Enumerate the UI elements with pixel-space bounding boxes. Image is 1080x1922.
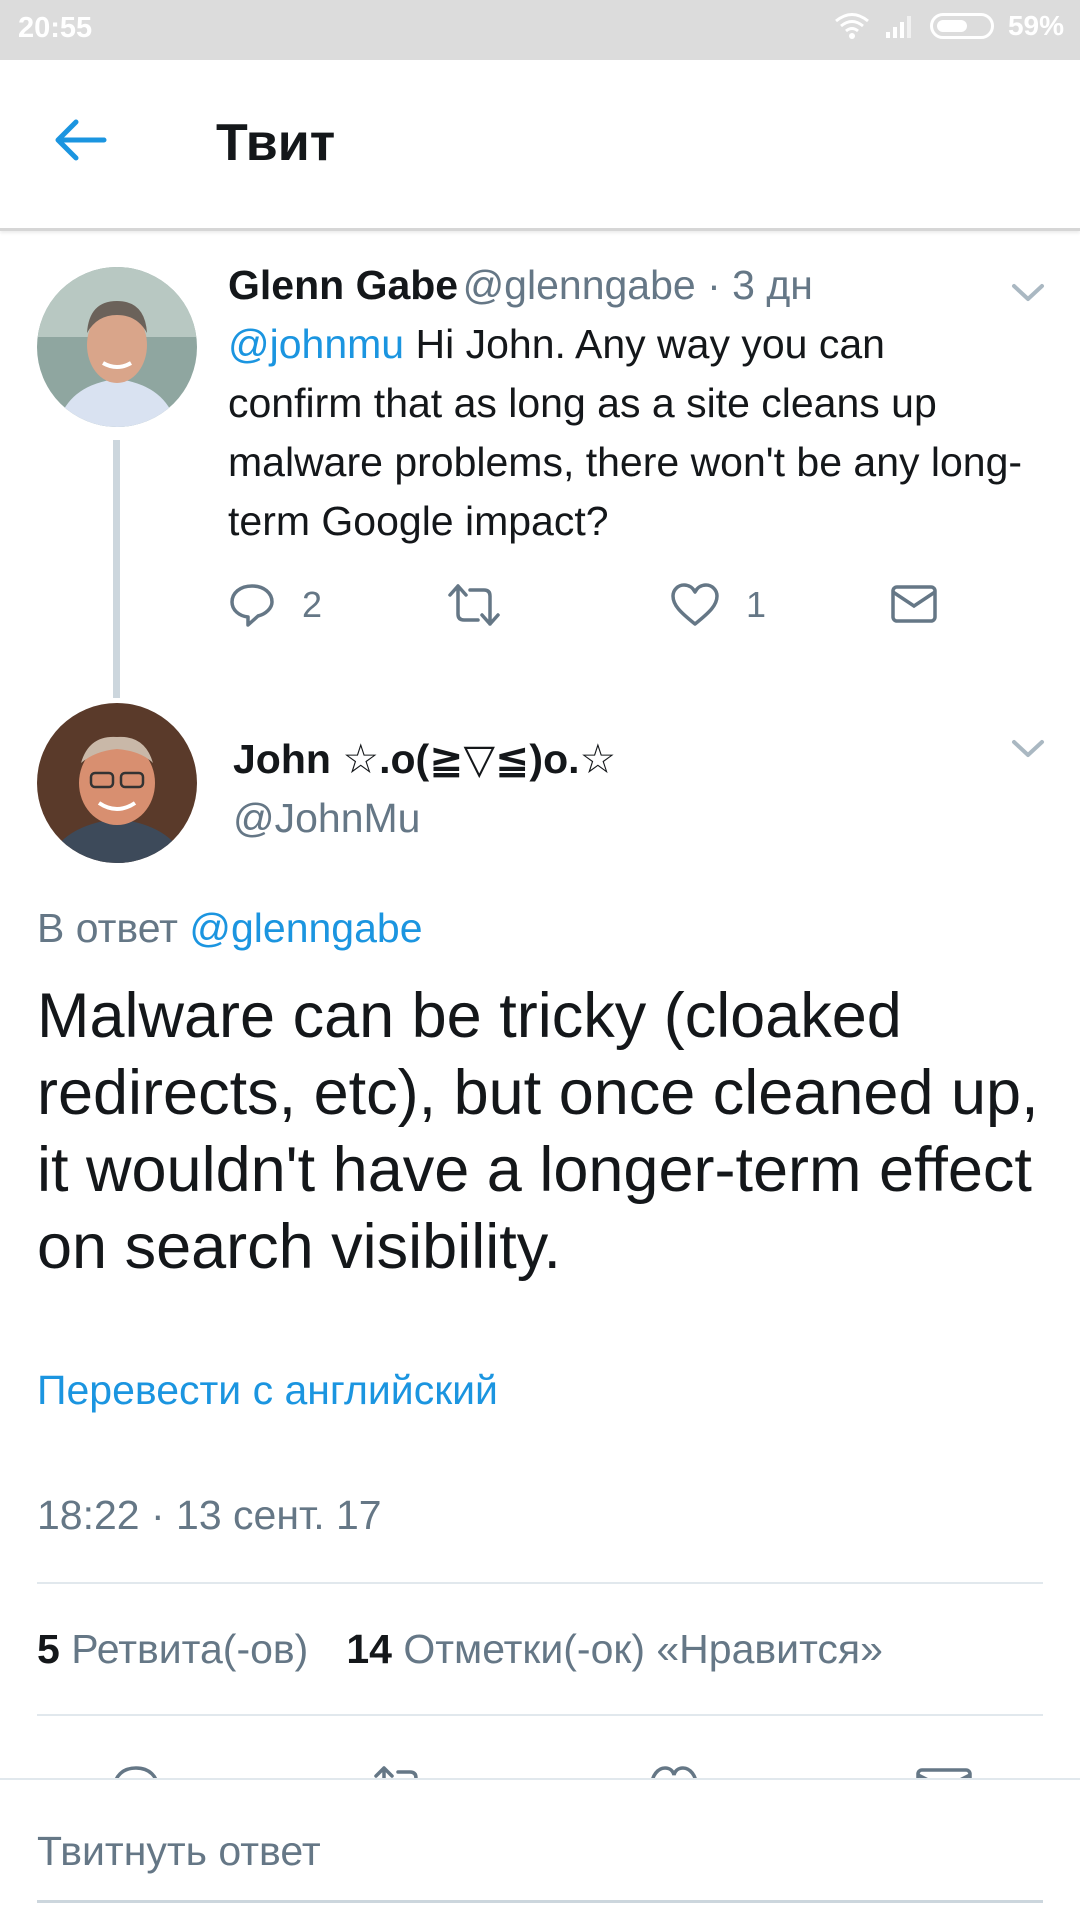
tweet-age: · 3 дн bbox=[695, 262, 813, 308]
page-title: Твит bbox=[216, 114, 336, 172]
tweet-stats: 5 Ретвита(-ов) 14 Отметки(-ок) «Нравится… bbox=[37, 1626, 883, 1673]
top-bar bbox=[0, 60, 1080, 231]
likes-count: 14 bbox=[346, 1626, 392, 1672]
retweet-button[interactable] bbox=[446, 582, 502, 628]
likes-stat[interactable]: 14 Отметки(-ок) «Нравится» bbox=[346, 1626, 883, 1673]
author-handle[interactable]: @JohnMu bbox=[233, 795, 420, 842]
chevron-down-icon[interactable] bbox=[1010, 280, 1046, 304]
reply-prefix: В ответ bbox=[37, 905, 190, 951]
divider bbox=[37, 1582, 1043, 1584]
author-handle[interactable]: @glenngabe bbox=[463, 262, 696, 308]
retweets-label: Ретвита(-ов) bbox=[71, 1626, 309, 1672]
wifi-icon bbox=[835, 13, 869, 39]
battery-percent: 59% bbox=[1007, 10, 1064, 41]
reply-icon bbox=[230, 584, 274, 627]
retweets-stat[interactable]: 5 Ретвита(-ов) bbox=[37, 1626, 308, 1673]
share-button[interactable] bbox=[890, 584, 938, 624]
heart-icon bbox=[671, 583, 719, 626]
translate-link[interactable]: Перевести с английский bbox=[37, 1367, 498, 1414]
reply-context: В ответ @glenngabe bbox=[37, 905, 423, 952]
like-count: 1 bbox=[746, 584, 767, 625]
arrow-left-icon[interactable] bbox=[52, 118, 108, 162]
author-name[interactable]: Glenn Gabe bbox=[228, 262, 458, 308]
avatar[interactable] bbox=[37, 267, 197, 427]
status-icons: 59% bbox=[834, 10, 1064, 42]
likes-label: Отметки(-ок) «Нравится» bbox=[403, 1626, 883, 1672]
chevron-down-icon[interactable] bbox=[1010, 736, 1046, 760]
tweet-timestamp: 18:22 · 13 сент. 17 bbox=[37, 1492, 382, 1538]
parent-tweet-header: Glenn Gabe @glenngabe · 3 дн bbox=[228, 262, 813, 309]
parent-tweet-text: @johnmu Hi John. Any way you can confirm… bbox=[228, 315, 1028, 551]
signal-icon bbox=[885, 16, 911, 38]
retweets-count: 5 bbox=[37, 1626, 60, 1672]
reply-to-link[interactable]: @glenngabe bbox=[189, 905, 422, 951]
thread-line bbox=[113, 440, 120, 698]
mail-icon bbox=[891, 585, 937, 623]
tweet-text: Malware can be tricky (cloaked redirects… bbox=[37, 981, 1039, 1282]
like-button[interactable]: 1 bbox=[670, 582, 766, 628]
reply-count: 2 bbox=[302, 584, 323, 625]
reply-input[interactable]: Твитнуть ответ bbox=[37, 1828, 321, 1875]
battery-icon bbox=[929, 13, 994, 39]
retweet-icon bbox=[448, 584, 500, 626]
status-time: 20:55 bbox=[18, 12, 93, 44]
reply-button[interactable]: 2 bbox=[228, 582, 322, 628]
mention-link[interactable]: @johnmu bbox=[228, 321, 404, 367]
avatar[interactable] bbox=[37, 703, 197, 863]
author-name[interactable]: John ☆.o(≧▽≦)o.☆ bbox=[233, 735, 616, 783]
composer-underline bbox=[37, 1900, 1043, 1903]
divider bbox=[37, 1714, 1043, 1716]
